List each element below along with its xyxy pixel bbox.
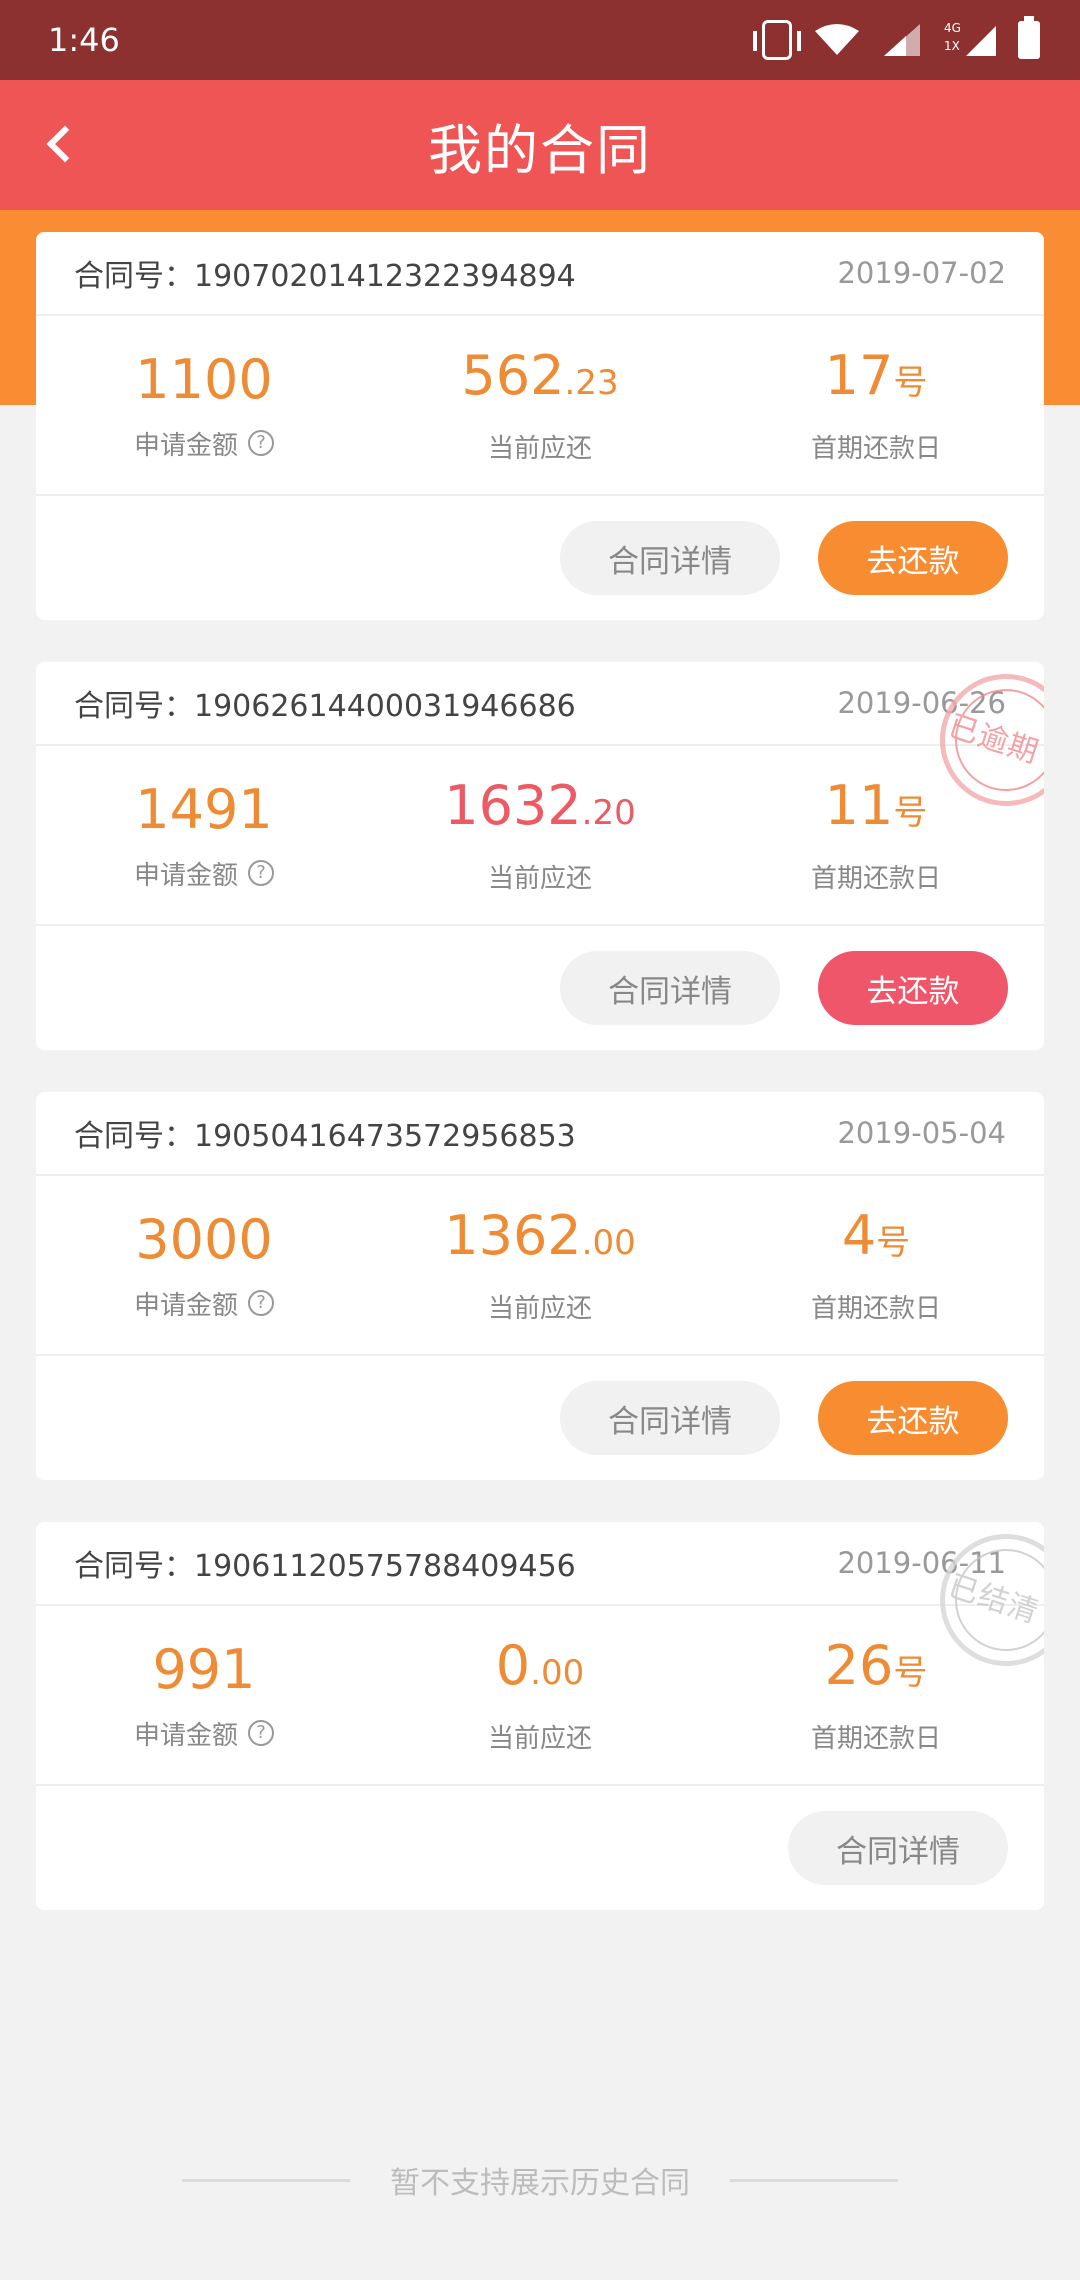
contract-actions: 合同详情 去还款 <box>36 926 1044 1050</box>
contract-actions: 合同详情 去还款 <box>36 496 1044 620</box>
battery-icon <box>1018 16 1040 59</box>
first-due-day-value: 26号 <box>824 1634 928 1697</box>
first-due-day-label: 首期还款日 <box>810 1294 941 1324</box>
current-due-value: 562.23 <box>461 344 619 407</box>
contract-header: 合同号：19070201412322394894 2019-07-02 <box>36 232 1044 316</box>
stamp-text: 已结清 <box>943 1568 1044 1631</box>
amount-value: 1100 <box>135 347 273 411</box>
stat-first-due-day: 17号 首期还款日 <box>708 316 1044 494</box>
divider <box>730 2178 898 2182</box>
current-due-value: 1632.20 <box>444 774 636 837</box>
current-due-label: 当前应还 <box>487 1724 592 1754</box>
first-due-day-value: 17号 <box>824 344 928 407</box>
page-title: 我的合同 <box>428 118 652 182</box>
contract-number: 合同号：19061120575788409456 <box>74 1549 576 1584</box>
stat-amount: 1100 申请金额? <box>36 316 372 494</box>
contract-actions: 合同详情 去还款 <box>36 1356 1044 1480</box>
first-due-day-value: 4号 <box>841 1204 911 1267</box>
stat-amount: 3000 申请金额? <box>36 1176 372 1354</box>
contract-header: 合同号：19061120575788409456 2019-06-11 <box>36 1522 1044 1606</box>
contract-card: 合同号：19050416473572956853 2019-05-04 3000… <box>36 1092 1044 1480</box>
back-arrow-icon <box>46 125 84 163</box>
contract-detail-button[interactable]: 合同详情 <box>560 951 780 1025</box>
stat-current-due: 1362.00 当前应还 <box>372 1176 708 1354</box>
contract-header: 合同号：19062614400031946686 2019-06-26 <box>36 662 1044 746</box>
amount-value: 3000 <box>135 1207 273 1271</box>
stat-current-due: 562.23 当前应还 <box>372 316 708 494</box>
wifi-icon <box>815 24 859 55</box>
contract-card: 合同号：19061120575788409456 2019-06-11 991 … <box>36 1522 1044 1910</box>
stat-current-due: 1632.20 当前应还 <box>372 746 708 924</box>
network-badge-top: 4G <box>944 21 961 35</box>
amount-label: 申请金额? <box>134 1715 274 1752</box>
help-icon[interactable]: ? <box>248 1290 274 1316</box>
contract-detail-button[interactable]: 合同详情 <box>560 521 780 595</box>
contract-stats: 3000 申请金额? 1362.00 当前应还 4号 首期还款日 <box>36 1176 1044 1356</box>
contract-list: 合同号：19070201412322394894 2019-07-02 1100… <box>36 232 1044 1952</box>
app-header: 我的合同 <box>0 80 1080 210</box>
help-icon[interactable]: ? <box>248 430 274 456</box>
amount-label: 申请金额? <box>134 1285 274 1322</box>
contract-number: 合同号：19062614400031946686 <box>74 689 576 724</box>
current-due-label: 当前应还 <box>487 1294 592 1324</box>
current-due-label: 当前应还 <box>487 434 592 464</box>
contract-date: 2019-07-02 <box>837 256 1006 290</box>
pay-button[interactable]: 去还款 <box>818 1381 1008 1455</box>
amount-label: 申请金额? <box>134 425 274 462</box>
contract-detail-button[interactable]: 合同详情 <box>788 1811 1008 1885</box>
contract-stats: 991 申请金额? 0.00 当前应还 26号 首期还款日 <box>36 1606 1044 1786</box>
status-time: 1:46 <box>48 21 120 59</box>
first-due-day-value: 11号 <box>824 774 928 837</box>
contract-number: 合同号：19070201412322394894 <box>74 259 576 294</box>
first-due-day-label: 首期还款日 <box>810 434 941 464</box>
contract-actions: 合同详情 <box>36 1786 1044 1910</box>
stat-amount: 1491 申请金额? <box>36 746 372 924</box>
contract-date: 2019-05-04 <box>837 1116 1006 1150</box>
signal-icon <box>884 24 920 56</box>
current-due-value: 0.00 <box>495 1634 585 1697</box>
history-note: 暂不支持展示历史合同 <box>0 2160 1080 2201</box>
status-bar: 1:46 4G 1X <box>0 0 1080 80</box>
contract-header: 合同号：19050416473572956853 2019-05-04 <box>36 1092 1044 1176</box>
contract-number: 合同号：19050416473572956853 <box>74 1119 576 1154</box>
contract-stats: 1491 申请金额? 1632.20 当前应还 11号 首期还款日 <box>36 746 1044 926</box>
contract-card: 合同号：19070201412322394894 2019-07-02 1100… <box>36 232 1044 620</box>
network-icon: 4G 1X <box>944 22 996 58</box>
back-button[interactable] <box>30 114 90 174</box>
help-icon[interactable]: ? <box>248 1720 274 1746</box>
amount-label: 申请金额? <box>134 855 274 892</box>
vibrate-icon <box>753 20 801 60</box>
stat-current-due: 0.00 当前应还 <box>372 1606 708 1784</box>
first-due-day-label: 首期还款日 <box>810 1724 941 1754</box>
amount-value: 991 <box>152 1637 256 1701</box>
contract-stats: 1100 申请金额? 562.23 当前应还 17号 首期还款日 <box>36 316 1044 496</box>
amount-value: 1491 <box>135 777 273 841</box>
pay-button[interactable]: 去还款 <box>818 951 1008 1025</box>
signal-bars-icon <box>966 26 996 56</box>
current-due-value: 1362.00 <box>444 1204 636 1267</box>
divider <box>182 2178 350 2182</box>
first-due-day-label: 首期还款日 <box>810 864 941 894</box>
stat-amount: 991 申请金额? <box>36 1606 372 1784</box>
status-icons: 4G 1X <box>753 16 1040 60</box>
contract-detail-button[interactable]: 合同详情 <box>560 1381 780 1455</box>
current-due-label: 当前应还 <box>487 864 592 894</box>
pay-button[interactable]: 去还款 <box>818 521 1008 595</box>
stamp-text: 已逾期 <box>943 708 1044 771</box>
network-badge-bottom: 1X <box>944 39 960 53</box>
history-note-text: 暂不支持展示历史合同 <box>390 2166 690 2201</box>
stat-first-due-day: 4号 首期还款日 <box>708 1176 1044 1354</box>
help-icon[interactable]: ? <box>248 860 274 886</box>
contract-card: 合同号：19062614400031946686 2019-06-26 1491… <box>36 662 1044 1050</box>
